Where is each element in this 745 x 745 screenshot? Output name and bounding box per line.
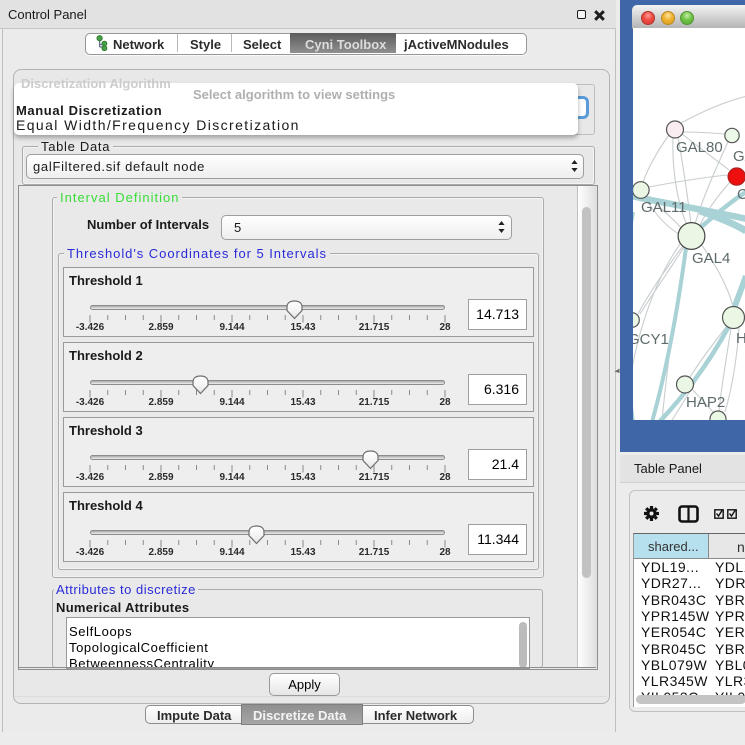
svg-text:GAL4: GAL4	[692, 250, 730, 267]
svg-text:GAL1: GAL1	[733, 148, 745, 165]
svg-text:CDC1: CDC1	[737, 186, 745, 203]
svg-text:GAL80: GAL80	[676, 139, 723, 156]
svg-text:HIS4: HIS4	[736, 330, 745, 347]
svg-text:GAL11: GAL11	[641, 199, 687, 216]
svg-text:GCY1: GCY1	[633, 331, 669, 348]
svg-text:HAP2: HAP2	[686, 394, 725, 411]
